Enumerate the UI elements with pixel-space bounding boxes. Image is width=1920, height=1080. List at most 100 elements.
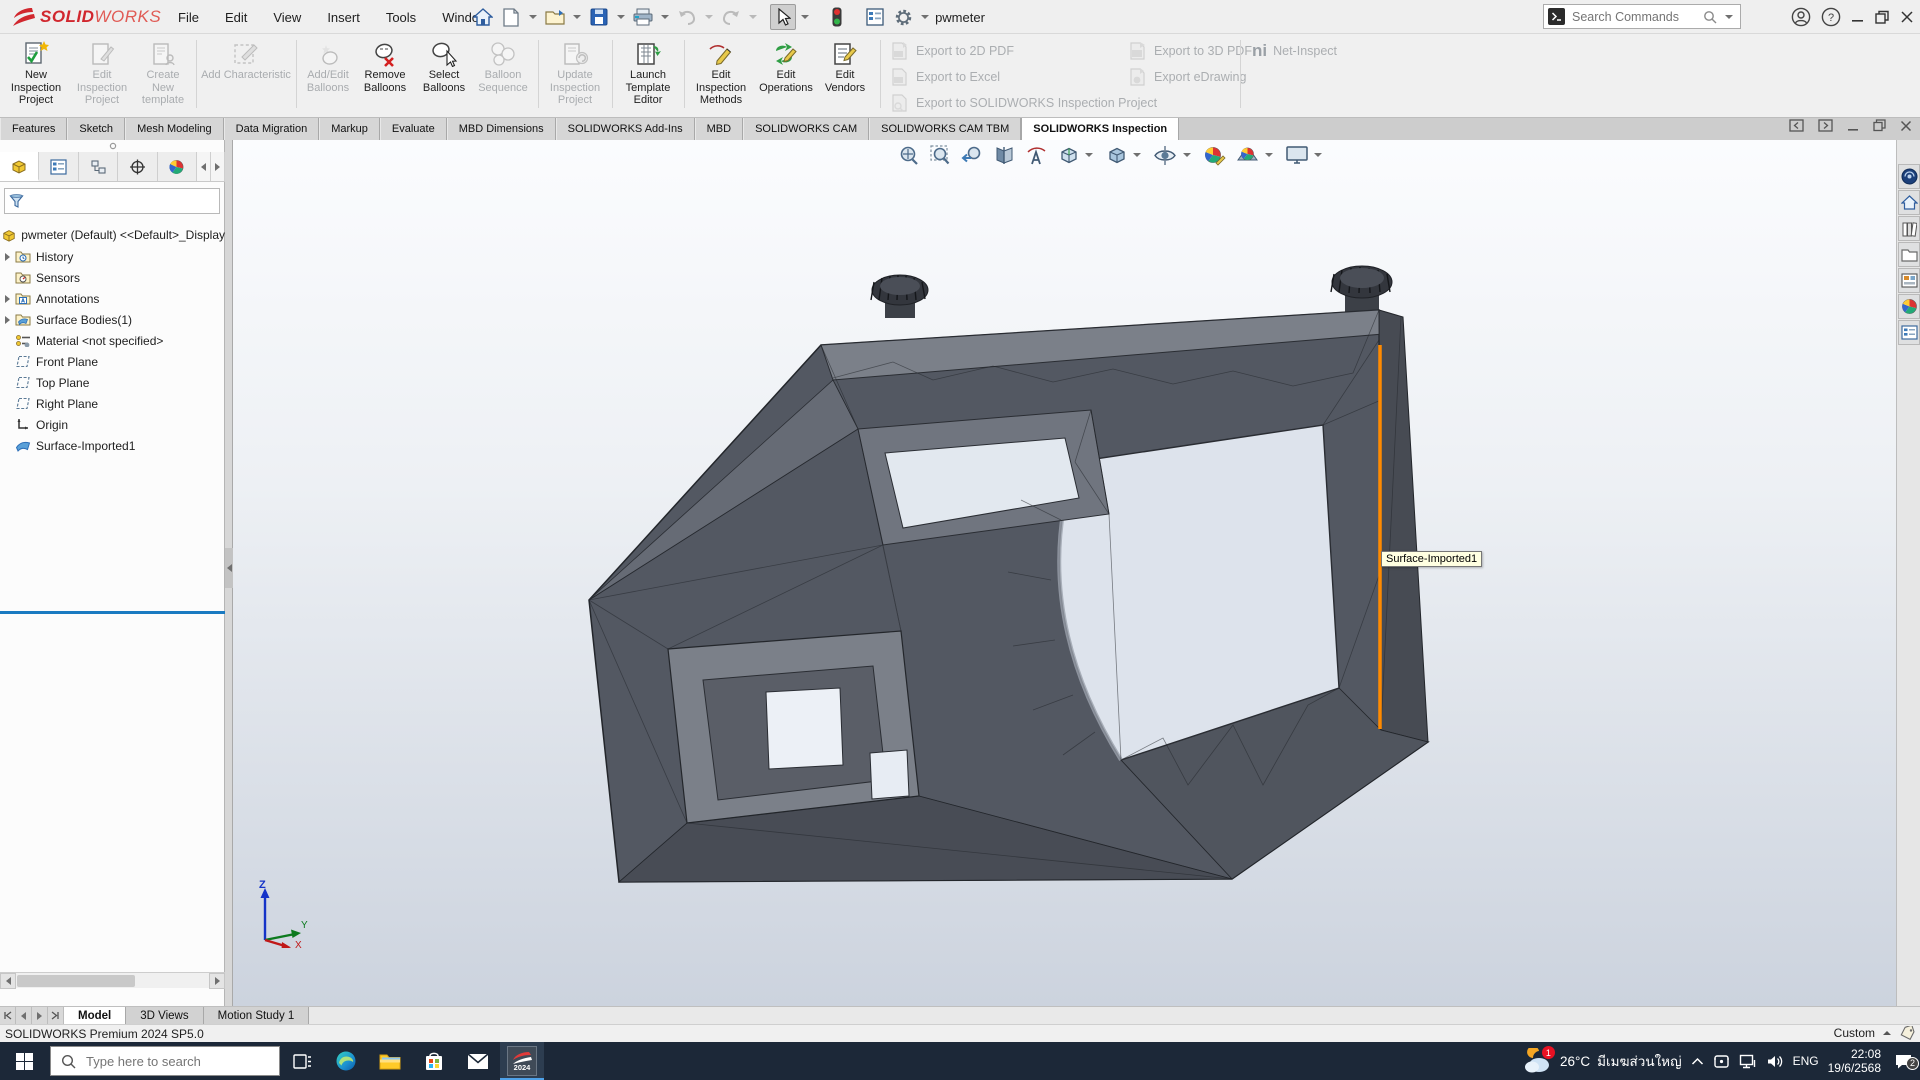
properties-pane-icon[interactable] xyxy=(862,4,888,30)
display-style-button[interactable] xyxy=(1105,144,1144,167)
action-center-icon[interactable]: 2 xyxy=(1890,1053,1916,1070)
open-button[interactable] xyxy=(542,4,568,30)
task-pane-design-library-icon[interactable] xyxy=(1898,216,1920,241)
task-pane-appearances-icon[interactable] xyxy=(1898,294,1920,319)
scroll-left-arrow[interactable] xyxy=(0,973,16,989)
tray-expand-chevron[interactable] xyxy=(1691,1057,1704,1066)
tab-strip-scroll-right[interactable] xyxy=(211,152,225,181)
dock-tab-3d-views[interactable]: 3D Views xyxy=(126,1007,203,1024)
view-settings-dropdown[interactable] xyxy=(1314,153,1322,157)
prev-tab-button[interactable] xyxy=(16,1007,32,1024)
open-dropdown[interactable] xyxy=(573,15,581,19)
tab-solidworks-cam[interactable]: SOLIDWORKS CAM xyxy=(743,118,869,140)
command-search-input[interactable] xyxy=(1570,9,1698,25)
tab-featuremanager-tree[interactable] xyxy=(0,152,39,181)
new-inspection-project-button[interactable]: New Inspection Project xyxy=(4,37,68,115)
tab-solidworks-cam-tbm[interactable]: SOLIDWORKS CAM TBM xyxy=(869,118,1021,140)
update-inspection-project-button[interactable]: Update Inspection Project xyxy=(542,37,608,115)
doc-pane-right-icon[interactable] xyxy=(1818,119,1833,132)
redo-button[interactable] xyxy=(718,4,744,30)
restore-button[interactable] xyxy=(1875,10,1890,25)
tab-markup[interactable]: Markup xyxy=(319,118,380,140)
tree-item-surface-bodies[interactable]: Surface Bodies(1) xyxy=(0,309,225,330)
undo-button[interactable] xyxy=(674,4,700,30)
expand-arrow-icon[interactable] xyxy=(0,316,14,324)
task-pane-file-explorer-icon[interactable] xyxy=(1898,242,1920,267)
tree-horizontal-scrollbar[interactable] xyxy=(0,972,225,988)
menu-insert[interactable]: Insert xyxy=(314,0,373,34)
tab-strip-scroll-left[interactable] xyxy=(197,152,211,181)
tree-filter-box[interactable] xyxy=(4,188,220,214)
create-new-template-button[interactable]: Create New template xyxy=(134,37,192,115)
tab-configurationmanager[interactable] xyxy=(79,152,118,181)
taskbar-search-input[interactable] xyxy=(84,1053,269,1070)
command-search-box[interactable] xyxy=(1543,4,1741,29)
dynamic-annotation-views-button[interactable] xyxy=(1025,144,1048,167)
tree-item-annotations[interactable]: Annotations xyxy=(0,288,225,309)
rollback-bar[interactable] xyxy=(0,611,225,614)
tree-item-sensors[interactable]: Sensors xyxy=(0,267,225,288)
menu-file[interactable]: File xyxy=(165,0,212,34)
menu-view[interactable]: View xyxy=(260,0,314,34)
dock-tab-motion-study-1[interactable]: Motion Study 1 xyxy=(204,1007,310,1024)
dock-tab-model[interactable]: Model xyxy=(64,1007,126,1024)
remove-balloons-button[interactable]: Remove Balloons xyxy=(356,37,414,115)
design-checker-icon[interactable] xyxy=(824,4,850,30)
balloon-sequence-button[interactable]: Balloon Sequence xyxy=(472,37,534,115)
net-inspect-button[interactable]: ni Net-Inspect xyxy=(1252,40,1337,62)
add-characteristic-button[interactable]: Add Characteristic xyxy=(200,37,292,115)
select-tool-button[interactable] xyxy=(770,4,796,30)
edit-inspection-methods-button[interactable]: Edit Inspection Methods xyxy=(688,37,754,115)
task-pane-view-palette-icon[interactable] xyxy=(1898,268,1920,293)
mail-app-icon[interactable] xyxy=(456,1042,500,1080)
task-view-button[interactable] xyxy=(280,1042,324,1080)
scroll-right-arrow[interactable] xyxy=(209,973,225,989)
file-explorer-app-icon[interactable] xyxy=(368,1042,412,1080)
tree-item-right-plane[interactable]: Right Plane xyxy=(0,393,225,414)
model-pwmeter[interactable] xyxy=(233,140,1896,1006)
edit-appearance-button[interactable] xyxy=(1203,144,1226,167)
print-button[interactable] xyxy=(630,4,656,30)
view-orientation-button[interactable] xyxy=(1057,144,1096,167)
tree-item-material[interactable]: Material <not specified> xyxy=(0,330,225,351)
scrollbar-thumb[interactable] xyxy=(17,975,135,987)
panel-splitter-grip[interactable] xyxy=(225,548,233,588)
apply-scene-dropdown[interactable] xyxy=(1265,153,1273,157)
task-pane-custom-properties-icon[interactable] xyxy=(1898,320,1920,345)
tree-item-front-plane[interactable]: Front Plane xyxy=(0,351,225,372)
tree-root-item[interactable]: pwmeter (Default) <<Default>_Display xyxy=(0,224,225,245)
tab-dimxpertmanager[interactable] xyxy=(118,152,157,181)
tree-item-history[interactable]: History xyxy=(0,246,225,267)
doc-minimize-button[interactable] xyxy=(1847,120,1859,132)
volume-tray-icon[interactable] xyxy=(1766,1054,1784,1069)
ime-tray-icon[interactable] xyxy=(1713,1053,1730,1070)
new-document-dropdown[interactable] xyxy=(529,15,537,19)
export-sw-inspection-button[interactable]: Export to SOLIDWORKS Inspection Project xyxy=(890,92,1157,114)
tab-data-migration[interactable]: Data Migration xyxy=(224,118,320,140)
options-dropdown[interactable] xyxy=(921,15,929,19)
start-button[interactable] xyxy=(0,1042,48,1080)
tab-sketch[interactable]: Sketch xyxy=(67,118,125,140)
apply-scene-button[interactable] xyxy=(1235,144,1276,167)
new-document-button[interactable] xyxy=(498,4,524,30)
tab-solidworks-add-ins[interactable]: SOLIDWORKS Add-Ins xyxy=(556,118,695,140)
zoom-to-area-button[interactable] xyxy=(929,144,952,167)
taskbar-search-box[interactable] xyxy=(50,1046,280,1076)
menu-edit[interactable]: Edit xyxy=(212,0,260,34)
export-edrawing-button[interactable]: Export eDrawing xyxy=(1128,66,1246,88)
account-icon[interactable] xyxy=(1791,7,1811,27)
tree-item-top-plane[interactable]: Top Plane xyxy=(0,372,225,393)
help-icon[interactable]: ? xyxy=(1821,7,1841,27)
tree-item-surface-imported1[interactable]: Surface-Imported1 xyxy=(0,435,225,456)
redo-dropdown[interactable] xyxy=(749,15,757,19)
network-tray-icon[interactable] xyxy=(1739,1054,1757,1069)
save-dropdown[interactable] xyxy=(617,15,625,19)
microsoft-store-app-icon[interactable] xyxy=(412,1042,456,1080)
tag-editor-icon[interactable] xyxy=(1899,1026,1916,1040)
select-tool-dropdown[interactable] xyxy=(801,15,809,19)
task-pane-3dexperience-icon[interactable] xyxy=(1898,164,1920,189)
weather-widget[interactable]: 1 26°C มีเมฆส่วนใหญ่ xyxy=(1523,1048,1682,1074)
tab-mesh-modeling[interactable]: Mesh Modeling xyxy=(125,118,224,140)
view-orientation-dropdown[interactable] xyxy=(1085,153,1093,157)
task-pane-resources-icon[interactable] xyxy=(1898,190,1920,215)
